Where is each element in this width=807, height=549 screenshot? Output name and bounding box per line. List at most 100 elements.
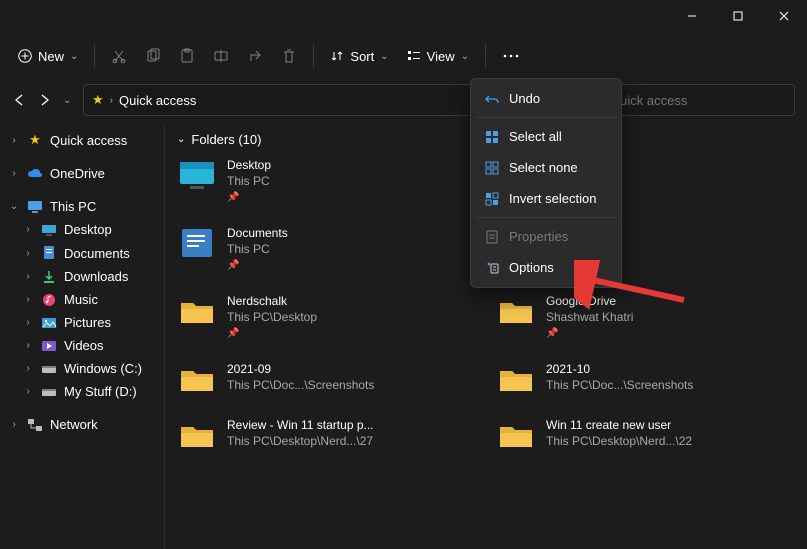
sidebar-item[interactable]: › Pictures bbox=[0, 311, 164, 334]
folder-icon bbox=[177, 417, 217, 453]
chevron-down-icon: ⌄ bbox=[8, 201, 20, 212]
chevron-right-icon: › bbox=[22, 317, 34, 328]
folder-name: Review - Win 11 startup p... bbox=[227, 417, 374, 433]
maximize-button[interactable] bbox=[715, 0, 761, 32]
sidebar-quick-access[interactable]: › ★ Quick access bbox=[0, 128, 164, 152]
cloud-icon bbox=[26, 168, 44, 180]
menu-invert-selection[interactable]: Invert selection bbox=[475, 183, 617, 214]
sort-button[interactable]: Sort ⌄ bbox=[322, 43, 396, 70]
search-input[interactable] bbox=[610, 93, 786, 108]
folder-icon bbox=[40, 386, 58, 398]
sidebar-item[interactable]: ›Desktop bbox=[0, 218, 164, 241]
sidebar-label: Downloads bbox=[64, 269, 128, 284]
separator bbox=[94, 44, 95, 68]
folder-icon bbox=[496, 293, 536, 329]
folder-item[interactable]: Review - Win 11 startup p...This PC\Desk… bbox=[177, 417, 476, 453]
sidebar-item[interactable]: ›Music bbox=[0, 288, 164, 311]
rename-icon bbox=[213, 48, 229, 64]
copy-button[interactable] bbox=[137, 42, 169, 70]
folder-path: This PC\Desktop\Nerd...\22 bbox=[546, 433, 692, 449]
menu-label: Select all bbox=[509, 129, 562, 144]
paste-button[interactable] bbox=[171, 42, 203, 70]
folder-item[interactable]: Google DriveShashwat Khatri📌 bbox=[496, 293, 795, 341]
cut-button[interactable] bbox=[103, 42, 135, 70]
chevron-right-icon: › bbox=[22, 248, 34, 259]
options-icon bbox=[485, 261, 499, 275]
sidebar-label: Videos bbox=[64, 338, 104, 353]
folder-item[interactable]: 2021-10This PC\Doc...\Screenshots bbox=[496, 361, 795, 397]
new-button[interactable]: New ⌄ bbox=[10, 43, 86, 70]
navigation-pane: › ★ Quick access › OneDrive ⌄ This PC ›D… bbox=[0, 124, 164, 549]
chevron-right-icon: › bbox=[8, 135, 20, 146]
chevron-right-icon: › bbox=[22, 386, 34, 397]
folder-item[interactable]: DocumentsThis PC📌 bbox=[177, 225, 476, 273]
folder-icon bbox=[40, 340, 58, 352]
close-button[interactable] bbox=[761, 0, 807, 32]
sidebar-item[interactable]: ›Downloads bbox=[0, 265, 164, 288]
chevron-down-icon: ⌄ bbox=[63, 95, 71, 106]
address-location: Quick access bbox=[119, 93, 196, 108]
sidebar-item[interactable]: ›Windows (C:) bbox=[0, 357, 164, 380]
network-icon bbox=[26, 418, 44, 432]
sidebar-label: Windows (C:) bbox=[64, 361, 142, 376]
chevron-down-icon: ⌄ bbox=[70, 51, 78, 62]
more-icon bbox=[502, 53, 520, 59]
pin-icon: 📌 bbox=[227, 327, 317, 341]
folder-item[interactable]: 2021-09This PC\Doc...\Screenshots bbox=[177, 361, 476, 397]
sort-label: Sort bbox=[350, 49, 374, 64]
minimize-button[interactable] bbox=[669, 0, 715, 32]
sidebar-item[interactable]: › My Stuff (D:) bbox=[0, 380, 164, 403]
sidebar-onedrive[interactable]: › OneDrive bbox=[0, 162, 164, 185]
cut-icon bbox=[111, 48, 127, 64]
menu-separator bbox=[475, 217, 617, 218]
star-icon: ★ bbox=[26, 132, 44, 148]
menu-select-all[interactable]: Select all bbox=[475, 121, 617, 152]
delete-button[interactable] bbox=[273, 42, 305, 70]
paste-icon bbox=[179, 48, 195, 64]
sidebar-label: Network bbox=[50, 417, 98, 432]
more-button[interactable] bbox=[494, 47, 528, 65]
folder-path: This PC\Doc...\Screenshots bbox=[227, 377, 374, 393]
folder-icon bbox=[40, 270, 58, 284]
chevron-down-icon: ⌄ bbox=[461, 51, 469, 62]
folder-item[interactable]: NerdschalkThis PC\Desktop📌 bbox=[177, 293, 476, 341]
back-button[interactable] bbox=[12, 88, 28, 112]
delete-icon bbox=[281, 48, 297, 64]
sidebar-this-pc[interactable]: ⌄ This PC bbox=[0, 195, 164, 218]
menu-undo[interactable]: Undo bbox=[475, 83, 617, 114]
folder-icon bbox=[177, 293, 217, 329]
share-button[interactable] bbox=[239, 42, 271, 70]
sidebar-network[interactable]: › Network bbox=[0, 413, 164, 436]
share-icon bbox=[247, 48, 263, 64]
sidebar-label: Pictures bbox=[64, 315, 111, 330]
search-box[interactable] bbox=[601, 84, 795, 116]
command-bar: New ⌄ Sort ⌄ View ⌄ bbox=[0, 32, 807, 80]
sidebar-label: My Stuff (D:) bbox=[64, 384, 137, 399]
folder-item[interactable]: DesktopThis PC📌 bbox=[177, 157, 476, 205]
chevron-right-icon: › bbox=[22, 340, 34, 351]
chevron-right-icon: › bbox=[8, 168, 20, 179]
folder-icon bbox=[40, 224, 58, 236]
sidebar-item[interactable]: ›Documents bbox=[0, 241, 164, 265]
separator bbox=[485, 44, 486, 68]
folder-name: Desktop bbox=[227, 157, 271, 173]
chevron-right-icon: › bbox=[110, 95, 113, 106]
sort-icon bbox=[330, 49, 344, 63]
menu-options[interactable]: Options bbox=[475, 252, 617, 283]
sidebar-item[interactable]: › Videos bbox=[0, 334, 164, 357]
rename-button[interactable] bbox=[205, 42, 237, 70]
recent-button[interactable]: ⌄ bbox=[59, 88, 75, 112]
folder-item[interactable]: Win 11 create new userThis PC\Desktop\Ne… bbox=[496, 417, 795, 453]
monitor-icon bbox=[26, 200, 44, 214]
folder-icon bbox=[40, 363, 58, 375]
properties-icon bbox=[485, 230, 499, 244]
forward-button[interactable] bbox=[36, 88, 52, 112]
menu-properties: Properties bbox=[475, 221, 617, 252]
view-button[interactable]: View ⌄ bbox=[399, 43, 477, 70]
pin-icon: 📌 bbox=[227, 259, 288, 273]
folder-icon bbox=[40, 293, 58, 307]
section-title: Folders (10) bbox=[191, 132, 261, 147]
menu-select-none[interactable]: Select none bbox=[475, 152, 617, 183]
folder-path: This PC bbox=[227, 241, 288, 257]
sidebar-label: Music bbox=[64, 292, 98, 307]
